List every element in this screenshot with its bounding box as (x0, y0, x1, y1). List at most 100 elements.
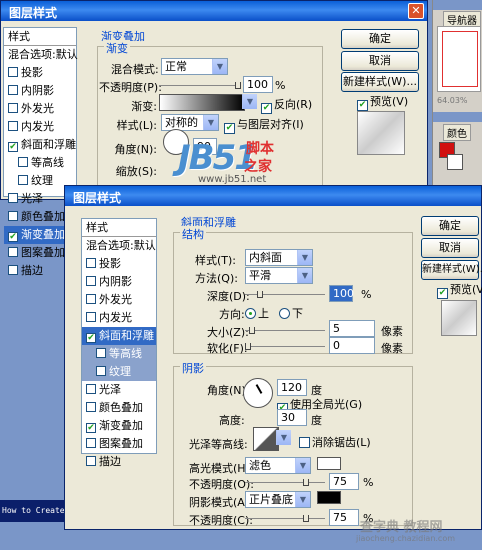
slider-thumb[interactable] (303, 515, 309, 522)
checkbox-unchecked[interactable] (86, 402, 96, 412)
style-list-item[interactable]: ✔ 渐变叠加 (82, 417, 156, 435)
highlight-color-swatch[interactable] (317, 457, 341, 470)
altitude-unit: 度 (311, 414, 322, 427)
slider-thumb[interactable] (303, 479, 309, 486)
direction-up-radio[interactable]: 上 (245, 305, 269, 321)
checkbox-unchecked[interactable] (86, 456, 96, 466)
style-list-item[interactable]: 图案叠加 (82, 435, 156, 453)
bevel-style-select[interactable]: 内斜面 ▼ (245, 249, 313, 266)
back-preview-checkbox[interactable]: ✔ 预览(V) (357, 93, 408, 111)
opacity-slider[interactable] (159, 82, 241, 89)
style-list-item[interactable]: 描边 (82, 453, 156, 471)
altitude-input[interactable]: 30 (277, 409, 307, 426)
shadow-opacity-input[interactable]: 75 (329, 509, 359, 526)
soften-slider[interactable] (245, 343, 325, 350)
checkbox-checked[interactable]: ✔ (8, 142, 18, 152)
depth-slider[interactable] (245, 291, 325, 298)
back-new-style-button[interactable]: 新建样式(W)... (341, 72, 419, 92)
style-list-item[interactable]: 外发光 (82, 291, 156, 309)
highlight-mode-select[interactable]: 滤色 ▼ (245, 457, 311, 474)
technique-select[interactable]: 平滑 ▼ (245, 267, 313, 284)
shading-angle-input[interactable]: 120 (277, 379, 307, 396)
antialias-checkbox[interactable]: 消除锯齿(L) (299, 434, 371, 450)
checkbox-unchecked[interactable] (86, 294, 96, 304)
checkbox-unchecked[interactable] (86, 258, 96, 268)
slider-thumb[interactable] (245, 343, 251, 350)
shadow-opacity-slider[interactable] (245, 515, 325, 522)
checkbox-unchecked[interactable] (86, 438, 96, 448)
checkbox-unchecked[interactable] (18, 175, 28, 185)
back-ok-button[interactable]: 确定 (341, 29, 419, 49)
front-preview-checkbox[interactable]: ✔预览(V) (437, 281, 482, 299)
reverse-checkbox[interactable]: ✔ 反向(R) (261, 96, 312, 114)
style-list-item[interactable]: 投影 (82, 255, 156, 273)
size-input[interactable]: 5 (329, 320, 375, 337)
style-list-header[interactable]: 样式 (82, 219, 156, 237)
checkbox-unchecked[interactable] (8, 121, 18, 131)
shadow-mode-select[interactable]: 正片叠底 ▼ (245, 491, 311, 508)
front-ok-button[interactable]: 确定 (421, 216, 479, 236)
blend-options-item[interactable]: 混合选项:默认 (4, 46, 78, 64)
front-cancel-button[interactable]: 取消 (421, 238, 479, 258)
angle-dial[interactable] (243, 378, 273, 408)
gradient-swatch[interactable] (159, 94, 245, 111)
navigator-zoom[interactable]: 64.03% (437, 96, 468, 105)
back-cancel-button[interactable]: 取消 (341, 51, 419, 71)
style-list-item[interactable]: 内发光 (82, 309, 156, 327)
style-list-item[interactable]: 投影 (4, 64, 76, 82)
color-tab[interactable]: 颜色 (443, 124, 471, 141)
size-slider[interactable] (245, 327, 325, 334)
background-color-swatch[interactable] (447, 154, 463, 170)
checkbox-unchecked[interactable] (8, 247, 18, 257)
back-dialog-titlebar[interactable]: 图层样式 ✕ (1, 1, 427, 21)
align-checkbox[interactable]: ✔ 与图层对齐(I) (224, 116, 304, 134)
style-list-item[interactable]: ✔ 斜面和浮雕 (82, 327, 156, 345)
checkbox-checked[interactable]: ✔ (86, 333, 96, 343)
style-list-header[interactable]: 样式 (4, 28, 76, 46)
checkbox-unchecked[interactable] (8, 67, 18, 77)
blend-mode-select[interactable]: 正常 ▼ (161, 58, 228, 75)
shadow-color-swatch[interactable] (317, 491, 341, 504)
depth-input[interactable]: 100 (329, 285, 354, 302)
style-list-item[interactable]: 内阴影 (4, 82, 76, 100)
style-list-item[interactable]: ✔ 斜面和浮雕 (4, 136, 76, 154)
highlight-opacity-input[interactable]: 75 (329, 473, 359, 490)
close-icon[interactable]: ✕ (408, 3, 424, 19)
checkbox-checked[interactable]: ✔ (86, 423, 96, 433)
gloss-contour-dropdown[interactable]: ▼ (276, 430, 291, 447)
checkbox-unchecked[interactable] (86, 276, 96, 286)
direction-down-radio[interactable]: 下 (279, 305, 303, 321)
style-list-item[interactable]: 颜色叠加 (82, 399, 156, 417)
style-list-item[interactable]: 外发光 (4, 100, 76, 118)
style-list-item[interactable]: 内阴影 (82, 273, 156, 291)
navigator-view-box[interactable] (442, 31, 478, 87)
blend-options-item[interactable]: 混合选项:默认 (82, 237, 156, 255)
style-list-item[interactable]: 等高线 (82, 345, 156, 363)
back-style-preview (357, 111, 405, 155)
checkbox-unchecked[interactable] (86, 384, 96, 394)
slider-thumb[interactable] (257, 291, 263, 298)
style-list-item[interactable]: 光泽 (82, 381, 156, 399)
checkbox-unchecked[interactable] (8, 103, 18, 113)
checkbox-unchecked[interactable] (8, 265, 18, 275)
checkbox-unchecked[interactable] (8, 193, 18, 203)
checkbox-unchecked[interactable] (96, 348, 106, 358)
soften-input[interactable]: 0 (329, 337, 375, 354)
style-list-item[interactable]: 纹理 (82, 363, 156, 381)
front-dialog-titlebar[interactable]: 图层样式 (65, 186, 481, 206)
opacity-input[interactable]: 100 (243, 76, 273, 93)
checkbox-unchecked[interactable] (8, 85, 18, 95)
front-new-style-button[interactable]: 新建样式(W)... (421, 260, 482, 280)
style-list-item[interactable]: 等高线 (4, 154, 76, 172)
checkbox-unchecked[interactable] (86, 312, 96, 322)
style-list-item[interactable]: 内发光 (4, 118, 76, 136)
highlight-opacity-slider[interactable] (245, 479, 325, 486)
slider-thumb[interactable] (235, 82, 241, 89)
gradient-dropdown[interactable]: ▼ (242, 94, 257, 111)
checkbox-unchecked[interactable] (8, 211, 18, 221)
checkbox-checked[interactable]: ✔ (8, 232, 18, 242)
checkbox-unchecked[interactable] (18, 157, 28, 167)
slider-thumb[interactable] (249, 327, 255, 334)
gradient-style-select[interactable]: 对称的 ▼ (161, 114, 219, 131)
checkbox-unchecked[interactable] (96, 366, 106, 376)
